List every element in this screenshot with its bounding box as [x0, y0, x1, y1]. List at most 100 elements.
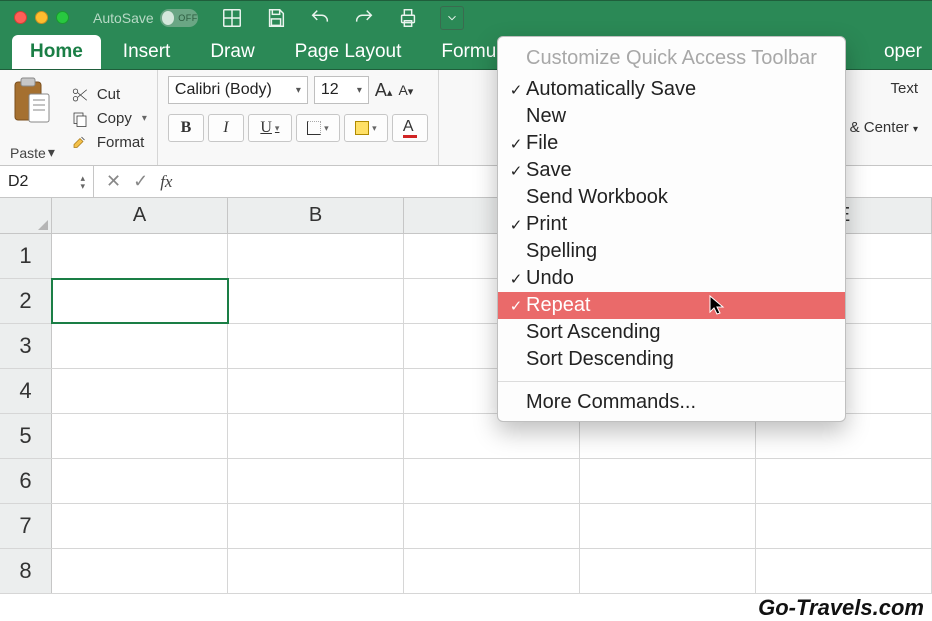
- paintbrush-icon: [71, 134, 89, 152]
- customize-qat-dropdown-button[interactable]: [440, 6, 464, 30]
- cut-button[interactable]: Cut: [71, 86, 147, 104]
- format-painter-button[interactable]: Format: [71, 134, 147, 152]
- cell[interactable]: [52, 549, 228, 593]
- cell[interactable]: [228, 459, 404, 503]
- tab-insert[interactable]: Insert: [105, 35, 189, 69]
- cell[interactable]: [756, 504, 932, 548]
- cell[interactable]: [228, 324, 404, 368]
- watermark: Go-Travels.com: [758, 595, 924, 621]
- tab-draw[interactable]: Draw: [192, 35, 272, 69]
- paste-icon: [11, 76, 53, 126]
- font-group: Calibri (Body)▾ 12▾ A▴ A▾ B I U▾ ▾ ▾ A: [158, 70, 439, 165]
- cell[interactable]: [52, 459, 228, 503]
- cell[interactable]: [580, 459, 756, 503]
- increase-font-button[interactable]: A▴: [375, 80, 393, 101]
- checkmark-icon: ✓: [506, 81, 526, 99]
- menu-item-label: Print: [526, 213, 567, 236]
- menu-item-file[interactable]: ✓File: [498, 130, 845, 157]
- name-box-stepper[interactable]: ▴▾: [80, 174, 85, 190]
- row-header[interactable]: 1: [0, 234, 52, 278]
- fullscreen-window-button[interactable]: [56, 11, 69, 24]
- cell[interactable]: [756, 549, 932, 593]
- cell[interactable]: [228, 234, 404, 278]
- menu-item-spelling[interactable]: Spelling: [498, 238, 845, 265]
- workbook-icon[interactable]: [220, 6, 244, 30]
- row-header[interactable]: 2: [0, 279, 52, 323]
- menu-item-sort-ascending[interactable]: Sort Ascending: [498, 319, 845, 346]
- font-name-select[interactable]: Calibri (Body)▾: [168, 76, 308, 104]
- font-size-select[interactable]: 12▾: [314, 76, 369, 104]
- menu-item-print[interactable]: ✓Print: [498, 211, 845, 238]
- cell[interactable]: [756, 459, 932, 503]
- cell[interactable]: [52, 369, 228, 413]
- paste-label: Paste: [10, 145, 46, 161]
- confirm-formula-icon[interactable]: ✓: [133, 171, 148, 192]
- cell[interactable]: [228, 549, 404, 593]
- cancel-formula-icon[interactable]: ✕: [106, 171, 121, 192]
- print-icon[interactable]: [396, 6, 420, 30]
- quick-access-toolbar: [220, 6, 464, 30]
- menu-item-sort-descending[interactable]: Sort Descending: [498, 346, 845, 373]
- cell[interactable]: [52, 414, 228, 458]
- borders-button[interactable]: ▾: [296, 114, 340, 142]
- chevron-down-icon: ▾: [48, 144, 55, 161]
- autosave-state: OFF: [178, 13, 198, 23]
- menu-item-more-commands[interactable]: More Commands...: [498, 390, 845, 417]
- cell[interactable]: [580, 504, 756, 548]
- autosave-control[interactable]: AutoSave OFF: [93, 9, 198, 27]
- menu-item-undo[interactable]: ✓Undo: [498, 265, 845, 292]
- cell[interactable]: [228, 414, 404, 458]
- cell[interactable]: [52, 234, 228, 278]
- cell[interactable]: [404, 504, 580, 548]
- grid-row: 7: [0, 504, 932, 549]
- checkmark-icon: ✓: [506, 270, 526, 288]
- minimize-window-button[interactable]: [35, 11, 48, 24]
- row-header[interactable]: 3: [0, 324, 52, 368]
- cell[interactable]: [228, 279, 404, 323]
- menu-item-automatically-save[interactable]: ✓Automatically Save: [498, 76, 845, 103]
- undo-icon[interactable]: [308, 6, 332, 30]
- decrease-font-button[interactable]: A▾: [398, 82, 413, 98]
- name-box[interactable]: D2 ▴▾: [0, 166, 94, 197]
- cell[interactable]: [404, 549, 580, 593]
- row-header[interactable]: 6: [0, 459, 52, 503]
- select-all-corner[interactable]: [0, 198, 52, 233]
- row-header[interactable]: 7: [0, 504, 52, 548]
- cell[interactable]: [228, 369, 404, 413]
- paste-button[interactable]: Paste▾: [10, 76, 65, 161]
- row-header[interactable]: 5: [0, 414, 52, 458]
- menu-item-repeat[interactable]: ✓Repeat: [498, 292, 845, 319]
- menu-item-send-workbook[interactable]: Send Workbook: [498, 184, 845, 211]
- autosave-toggle[interactable]: OFF: [160, 9, 198, 27]
- column-header-a[interactable]: A: [52, 198, 228, 233]
- cell[interactable]: [52, 279, 228, 323]
- underline-button[interactable]: U▾: [248, 114, 292, 142]
- merge-center-button[interactable]: e & Center ▾: [837, 119, 918, 136]
- cell[interactable]: [580, 549, 756, 593]
- cell[interactable]: [52, 504, 228, 548]
- row-header[interactable]: 8: [0, 549, 52, 593]
- font-color-button[interactable]: A: [392, 114, 428, 142]
- italic-button[interactable]: I: [208, 114, 244, 142]
- menu-item-new[interactable]: New: [498, 103, 845, 130]
- cell[interactable]: [52, 324, 228, 368]
- menu-item-save[interactable]: ✓Save: [498, 157, 845, 184]
- redo-icon[interactable]: [352, 6, 376, 30]
- column-header-b[interactable]: B: [228, 198, 404, 233]
- fill-color-button[interactable]: ▾: [344, 114, 388, 142]
- fx-icon[interactable]: fx: [160, 172, 172, 192]
- tab-home[interactable]: Home: [12, 35, 101, 69]
- save-icon[interactable]: [264, 6, 288, 30]
- cell[interactable]: [404, 459, 580, 503]
- cell[interactable]: [228, 504, 404, 548]
- tab-developer[interactable]: oper: [866, 35, 928, 69]
- autosave-label: AutoSave: [93, 10, 154, 26]
- bold-button[interactable]: B: [168, 114, 204, 142]
- checkmark-icon: ✓: [506, 216, 526, 234]
- tab-page-layout[interactable]: Page Layout: [277, 35, 420, 69]
- close-window-button[interactable]: [14, 11, 27, 24]
- window-controls: [14, 11, 69, 24]
- copy-button[interactable]: Copy▾: [71, 110, 147, 128]
- wrap-text-button[interactable]: Text: [837, 80, 918, 97]
- row-header[interactable]: 4: [0, 369, 52, 413]
